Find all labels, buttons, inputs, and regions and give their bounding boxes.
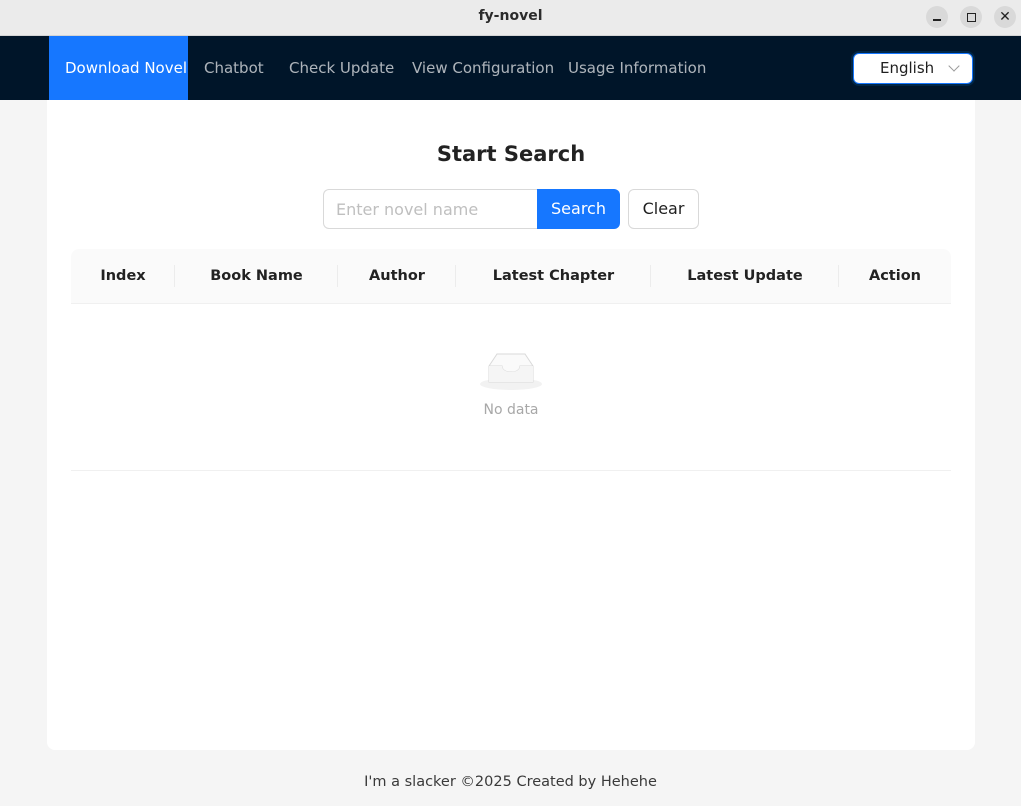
maximize-icon bbox=[966, 12, 976, 22]
nav-item-view-configuration[interactable]: View Configuration bbox=[396, 36, 570, 100]
window-titlebar: fy-novel ✕ bbox=[0, 0, 1021, 36]
chevron-down-icon bbox=[948, 60, 960, 72]
empty-inbox-icon bbox=[480, 353, 542, 390]
column-header-author[interactable]: Author bbox=[338, 249, 456, 303]
close-icon: ✕ bbox=[999, 9, 1011, 25]
content-card: Start Search Search Clear Index Book Nam… bbox=[47, 100, 975, 750]
search-input[interactable] bbox=[323, 189, 539, 229]
page-title: Start Search bbox=[436, 142, 586, 166]
column-header-latest-chapter[interactable]: Latest Chapter bbox=[456, 249, 651, 303]
close-button[interactable]: ✕ bbox=[994, 6, 1016, 28]
language-select-value: English bbox=[880, 59, 935, 77]
language-select[interactable]: English bbox=[853, 53, 973, 84]
nav-item-check-update[interactable]: Check Update bbox=[273, 36, 410, 100]
nav-item-download-novel[interactable]: Download Novel bbox=[49, 36, 188, 100]
clear-button[interactable]: Clear bbox=[628, 189, 699, 229]
column-header-book-name[interactable]: Book Name bbox=[175, 249, 338, 303]
maximize-button[interactable] bbox=[960, 6, 982, 28]
minimize-button[interactable] bbox=[926, 6, 948, 28]
nav-item-usage-information[interactable]: Usage Information bbox=[552, 36, 722, 100]
table-header: Index Book Name Author Latest Chapter La… bbox=[71, 249, 951, 304]
window-title: fy-novel bbox=[478, 8, 543, 24]
table-empty-state: No data bbox=[71, 304, 951, 471]
search-button[interactable]: Search bbox=[537, 189, 620, 229]
minimize-icon bbox=[933, 19, 941, 21]
column-header-action[interactable]: Action bbox=[839, 249, 951, 303]
column-header-index[interactable]: Index bbox=[71, 249, 175, 303]
footer-text: I'm a slacker ©2025 Created by Hehehe bbox=[364, 774, 657, 790]
top-nav: Download Novel Chatbot Check Update View… bbox=[0, 36, 1021, 100]
column-header-latest-update[interactable]: Latest Update bbox=[651, 249, 839, 303]
empty-text: No data bbox=[483, 402, 539, 418]
nav-item-chatbot[interactable]: Chatbot bbox=[188, 36, 280, 100]
